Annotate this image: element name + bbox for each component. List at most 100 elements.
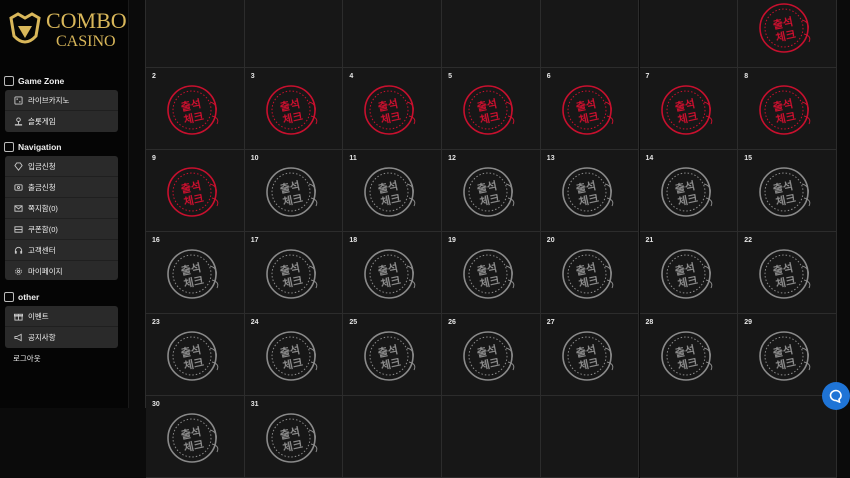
- attendance-stamp-checked: 출석체크: [265, 85, 317, 135]
- menu-item-deposit[interactable]: 입금신청: [5, 156, 118, 177]
- calendar-day-cell: 8 출석 체크: [738, 68, 837, 150]
- attendance-stamp: 출석체크: [364, 167, 416, 217]
- brand-line2: CASINO: [56, 33, 116, 50]
- diamond-icon: [14, 161, 23, 171]
- menu-item-slot-game[interactable]: 슬롯게임: [5, 111, 118, 132]
- menu-item-mypage[interactable]: 마이페이지: [5, 261, 118, 282]
- envelope-icon: [14, 204, 23, 212]
- attendance-stamp: 출석체크: [167, 249, 219, 299]
- day-number: 10: [250, 155, 259, 162]
- day-number: 29: [744, 319, 752, 326]
- calendar-day-cell: [738, 396, 837, 478]
- attendance-stamp-checked: 출석체크: [660, 85, 712, 135]
- chat-bubble-icon: [829, 389, 842, 403]
- gamepad-icon: [4, 76, 14, 86]
- calendar-day-cell: 2 출석 체크: [146, 68, 245, 150]
- calendar-day-cell: 10 출석 체크: [244, 150, 344, 232]
- attendance-stamp: 출석체크: [364, 249, 416, 299]
- day-number: 22: [744, 237, 752, 244]
- coupon-icon: [14, 225, 23, 233]
- day-number: 3: [250, 73, 255, 80]
- attendance-stamp: 출석체크: [463, 249, 515, 299]
- day-number: 5: [448, 73, 452, 80]
- day-number: 11: [349, 155, 357, 162]
- day-number: 25: [349, 319, 358, 326]
- menu-item-label: 라이브카지노: [28, 95, 70, 105]
- other-menu: 이벤트 공지사항: [5, 306, 118, 348]
- day-number: 20: [546, 237, 555, 244]
- attendance-stamp-checked: 출석체크: [759, 3, 811, 53]
- calendar-day-cell: 24 출석 체크: [244, 314, 344, 396]
- menu-item-label: 이벤트: [28, 311, 49, 321]
- calendar-day-cell: 25 출석 체크: [343, 314, 443, 396]
- attendance-stamp: 출석체크: [660, 249, 712, 299]
- section-label: Navigation: [18, 142, 62, 152]
- menu-item-live-casino[interactable]: 라이브카지노: [5, 90, 118, 111]
- section-label: other: [18, 292, 40, 302]
- calendar-day-cell: [639, 396, 739, 478]
- attendance-stamp: 출석체크: [167, 331, 219, 381]
- day-number: 21: [645, 237, 654, 244]
- calendar-day-cell: 7 출석 체크: [639, 68, 739, 150]
- calendar-day-cell: 31 출석 체크: [244, 396, 344, 478]
- menu-item-coupons[interactable]: 쿠폰함(0): [5, 219, 118, 240]
- menu-item-label: 슬롯게임: [28, 117, 56, 126]
- menu-item-label: 마이페이지: [28, 267, 63, 276]
- attendance-stamp: 출석체크: [265, 249, 317, 299]
- megaphone-icon: [14, 333, 22, 342]
- calendar-day-cell: [639, 0, 739, 68]
- attendance-stamp: 출석체크: [759, 331, 811, 381]
- attendance-stamp: 출석체크: [561, 249, 614, 299]
- game-zone-menu: 라이브카지노 슬롯게임: [5, 90, 118, 132]
- calendar-day-cell: 1출석체크: [738, 0, 837, 68]
- day-number: 14: [645, 155, 654, 162]
- menu-item-withdraw[interactable]: 출금신청: [5, 177, 118, 198]
- attendance-stamp-checked: 출석체크: [167, 167, 219, 217]
- day-number: 31: [250, 401, 259, 408]
- brand-name: COMBO CASINO: [46, 10, 127, 50]
- chat-button[interactable]: [822, 382, 850, 410]
- menu-item-notice[interactable]: 공지사항: [5, 327, 118, 348]
- calendar-day-cell: 26 출석 체크: [442, 314, 541, 396]
- attendance-stamp-checked: 출석체크: [561, 85, 614, 135]
- day-number: 12: [448, 155, 456, 162]
- menu-item-label: 쿠폰함(0): [28, 224, 58, 234]
- calendar-day-cell: [442, 396, 541, 478]
- navigation-menu: 입금신청 출금신청 쪽지함(0) 쿠폰함(0) 고객센터 마이페이지: [5, 156, 118, 280]
- menu-item-label: 쪽지함(0): [28, 203, 58, 213]
- attendance-stamp: 출석체크: [167, 413, 219, 463]
- section-title-game-zone: Game Zone: [4, 74, 64, 88]
- menu-item-messages[interactable]: 쪽지함(0): [5, 198, 118, 219]
- menu-item-label: 입금신청: [28, 161, 56, 171]
- menu-item-customer-center[interactable]: 고객센터: [5, 240, 118, 261]
- attendance-stamp: 출석체크: [660, 167, 712, 217]
- dice-icon: [14, 95, 23, 105]
- day-number: 30: [152, 401, 160, 408]
- headset-icon: [14, 246, 23, 254]
- calendar-day-cell: 28 출석 체크: [639, 314, 739, 396]
- attendance-stamp-checked: 출석체크: [364, 85, 416, 135]
- day-number: 26: [448, 319, 456, 326]
- day-number: 24: [250, 319, 259, 326]
- calendar-day-cell: 15 출석 체크: [738, 150, 837, 232]
- attendance-stamp: 출석체크: [561, 331, 614, 381]
- crown-shield-icon: [9, 12, 41, 44]
- calendar-day-cell: 12 출석 체크: [442, 150, 541, 232]
- calendar-day-cell: [343, 396, 443, 478]
- section-label: Game Zone: [18, 76, 65, 86]
- attendance-stamp: 출석체크: [561, 167, 614, 217]
- gear-icon: [15, 268, 22, 275]
- logo[interactable]: COMBO CASINO: [8, 8, 127, 60]
- menu-item-label: 출금신청: [28, 182, 56, 192]
- joystick-icon: [14, 117, 23, 126]
- menu-item-event[interactable]: 이벤트: [5, 306, 118, 327]
- menu-item-label: 공지사항: [28, 333, 56, 342]
- day-number: 7: [645, 73, 650, 80]
- logout-link[interactable]: 로그아웃: [13, 353, 41, 364]
- day-number: 9: [152, 155, 156, 162]
- day-number: 19: [448, 237, 456, 244]
- calendar-day-cell: 21 출석 체크: [639, 232, 739, 314]
- calendar-day-cell: 5 출석 체크: [442, 68, 541, 150]
- calendar-day-cell: [442, 0, 541, 68]
- list-icon: [4, 292, 14, 302]
